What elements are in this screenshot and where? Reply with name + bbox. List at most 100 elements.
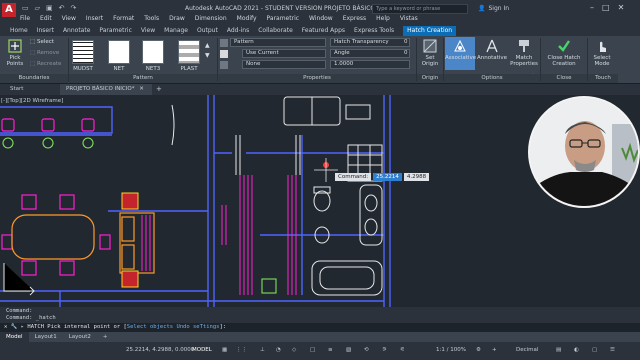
customization-menu-icon[interactable]: ☰ [610,347,615,353]
units-dropdown[interactable]: Decimal [516,347,538,353]
tab-insert[interactable]: Insert [37,26,54,36]
maximize-button[interactable]: □ [602,3,610,12]
pattern-scroll-down[interactable]: ▼ [205,52,210,59]
annotation-scale-icon[interactable]: ⚟ [400,347,405,353]
associative-toggle[interactable]: Associative [445,37,476,70]
command-line-customize-icon[interactable]: 🔧 [11,324,18,330]
pattern-swatch-plast[interactable] [178,40,200,64]
menu-draw[interactable]: Draw [169,15,185,22]
selection-cycling-icon[interactable]: ⟲ [364,347,369,353]
set-origin-button[interactable]: Set Origin [418,39,442,67]
tab-layout2[interactable]: Layout2 [63,332,97,342]
menu-tools[interactable]: Tools [144,15,159,22]
annotation-visibility-icon[interactable]: ⚞ [382,347,387,353]
option-undo[interactable]: Undo [176,324,189,330]
boundaries-panel-title[interactable]: Boundaries [0,74,68,83]
menu-edit[interactable]: Edit [40,15,52,22]
remove-boundary-button[interactable]: ⬚ Remove [30,50,59,56]
tab-express-tools[interactable]: Express Tools [354,26,394,36]
pattern-swatch-net3[interactable] [142,40,164,64]
tab-annotate[interactable]: Annotate [63,26,90,36]
hatch-type-dropdown[interactable]: Pattern [230,38,326,47]
tab-add-ins[interactable]: Add-ins [227,26,249,36]
scale-field[interactable]: 1.0000 [330,60,410,69]
dynamic-input-y[interactable]: 4.2988 [403,173,430,181]
workspace-gear-icon[interactable]: ⚙ [476,347,481,353]
menu-help[interactable]: Help [376,15,390,22]
close-tab-icon[interactable]: ✕ [139,86,144,92]
pattern-scroll-up[interactable]: ▲ [205,42,210,49]
file-tab-start[interactable]: Start [4,84,29,95]
minimize-button[interactable]: – [590,3,594,12]
match-properties-button[interactable]: Match Properties [509,39,539,67]
tab-model[interactable]: Model [0,332,29,342]
file-tab-projeto[interactable]: PROJETO BÁSICO INICIO* ✕ [60,84,152,95]
undo-icon[interactable]: ↶ [59,4,65,12]
angle-field[interactable]: Angle [330,49,410,58]
tab-featured-apps[interactable]: Featured Apps [302,26,345,36]
coordinates-readout[interactable]: 25.2214, 4.2988, 0.0000 [126,347,194,353]
properties-panel-title[interactable]: Properties [218,74,416,83]
recreate-boundary-button[interactable]: ⬚ Recreate [30,61,61,67]
transparency-icon[interactable]: ▧ [346,347,351,353]
tab-parametric[interactable]: Parametric [99,26,132,36]
transparency-field[interactable]: Hatch Transparency [330,38,410,47]
new-tab-button[interactable]: + [150,84,168,95]
pattern-swatch-net[interactable] [108,40,130,64]
plus-icon[interactable]: + [492,347,497,353]
quick-properties-icon[interactable]: ▤ [556,347,561,353]
object-snap-icon[interactable]: □ [310,347,315,353]
menu-vistas[interactable]: Vistas [400,15,418,22]
tab-home[interactable]: Home [10,26,28,36]
tab-collaborate[interactable]: Collaborate [258,26,293,36]
tab-hatch-creation[interactable]: Hatch Creation [403,26,457,36]
menu-dimension[interactable]: Dimension [195,15,227,22]
origin-panel-title[interactable]: Origin [417,74,443,83]
command-line[interactable]: ✕ 🔧 ▸ HATCH Pick internal point or [Sele… [0,323,640,332]
viewport-controls[interactable]: [-][Top][2D Wireframe] [1,98,63,104]
model-space-toggle[interactable]: MODEL [192,347,212,353]
isodraft-icon[interactable]: ◇ [292,347,296,353]
annotation-scale-value[interactable]: 1:1 / 100% [436,347,466,353]
open-file-icon[interactable]: ▱ [35,4,40,12]
isolate-objects-icon[interactable]: ◐ [574,347,579,353]
menu-express[interactable]: Express [343,15,366,22]
ortho-icon[interactable]: ⊥ [260,347,265,353]
lineweight-icon[interactable]: ≡ [328,347,333,353]
options-panel-title[interactable]: Options [444,74,540,83]
new-file-icon[interactable]: ▭ [22,4,29,12]
menu-insert[interactable]: Insert [86,15,103,22]
snap-icon[interactable]: ⋮⋮ [236,347,247,353]
menu-window[interactable]: Window [309,15,333,22]
pattern-swatch-mudst[interactable] [72,40,94,64]
add-layout-button[interactable]: + [97,332,114,342]
pick-points-button[interactable]: Pick Points [2,39,28,67]
redo-icon[interactable]: ↷ [71,4,77,12]
close-window-button[interactable]: ✕ [618,3,625,12]
tab-layout1[interactable]: Layout1 [29,332,63,342]
autocad-logo[interactable]: A [2,3,16,17]
menu-file[interactable]: File [20,15,30,22]
menu-modify[interactable]: Modify [237,15,257,22]
close-hatch-creation-button[interactable]: Close Hatch Creation [542,39,586,67]
menu-format[interactable]: Format [113,15,134,22]
menu-view[interactable]: View [62,15,76,22]
menu-parametric[interactable]: Parametric [267,15,300,22]
tab-output[interactable]: Output [197,26,218,36]
sign-in-button[interactable]: 👤 Sign In [478,5,509,12]
option-select-objects[interactable]: Select objects [127,324,173,330]
tab-manage[interactable]: Manage [164,26,188,36]
select-boundary-button[interactable]: ⬚ Select [30,39,54,45]
dynamic-input-x[interactable]: 25.2214 [373,173,402,181]
hatch-color-dropdown[interactable]: Use Current [242,49,326,58]
background-color-dropdown[interactable]: None [242,60,326,69]
command-line-close-icon[interactable]: ✕ [4,324,7,330]
tab-view[interactable]: View [141,26,155,36]
polar-icon[interactable]: ◔ [276,347,281,353]
option-settings[interactable]: seTtings [193,324,220,330]
select-mode-button[interactable]: Select Mode [589,39,615,67]
clean-screen-icon[interactable]: ▢ [592,347,597,353]
grid-icon[interactable]: ▦ [222,347,227,353]
annotative-button[interactable]: Annotative [477,39,507,61]
search-input[interactable]: Type a keyword or phrase [372,4,468,14]
